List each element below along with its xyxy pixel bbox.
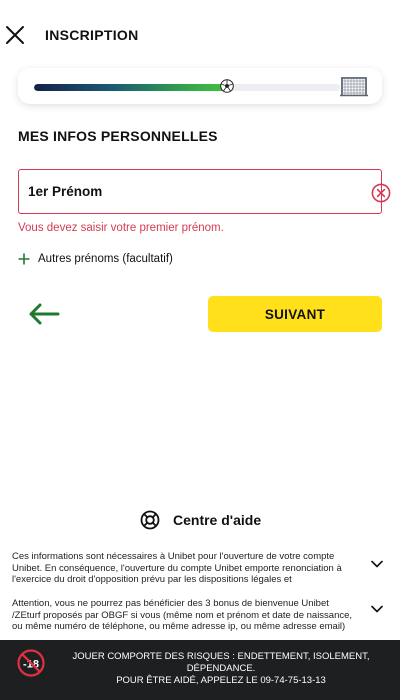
responsible-gaming-footer: -18 JOUER COMPORTE DES RISQUES : ENDETTE… <box>0 640 400 700</box>
first-name-field[interactable]: 1er Prénom <box>18 169 391 214</box>
first-name-value: 1er Prénom <box>28 184 103 199</box>
info-text-data-usage: Ces informations sont nécessaires à Unib… <box>12 551 342 584</box>
soccer-ball-icon <box>220 79 234 93</box>
help-center-link[interactable]: Centre d'aide <box>140 509 261 531</box>
lifebuoy-icon <box>140 510 160 530</box>
plus-icon <box>18 253 30 265</box>
add-other-names-label: Autres prénoms (facultatif) <box>38 253 173 265</box>
first-name-error: Vous devez saisir votre premier prénom. <box>18 222 224 234</box>
add-other-names-link[interactable]: Autres prénoms (facultatif) <box>18 250 173 268</box>
close-icon[interactable] <box>4 24 26 46</box>
goal-net-icon <box>340 77 368 97</box>
section-title: MES INFOS PERSONNELLES <box>18 128 218 144</box>
progress-track <box>34 84 340 91</box>
age-restriction-icon: -18 <box>17 649 45 677</box>
risk-warning-line2: POUR ÊTRE AIDÉ, APPELEZ LE 09-74-75-13-1… <box>116 675 326 686</box>
help-center-label: Centre d'aide <box>173 512 262 528</box>
header: INSCRIPTION <box>0 0 400 70</box>
progress-fill <box>34 84 227 91</box>
next-button[interactable]: SUIVANT <box>208 296 382 332</box>
chevron-down-icon[interactable] <box>370 604 384 614</box>
chevron-down-icon[interactable] <box>370 559 384 569</box>
risk-warning-line1: JOUER COMPORTE DES RISQUES : ENDETTEMENT… <box>72 651 370 674</box>
clear-circle-x-icon[interactable] <box>371 183 391 203</box>
info-text-bonus: Attention, vous ne pourrez pas bénéficie… <box>12 598 353 631</box>
page-title: INSCRIPTION <box>45 27 139 43</box>
progress-card <box>18 68 382 104</box>
risk-warning: JOUER COMPORTE DES RISQUES : ENDETTEMENT… <box>50 651 392 687</box>
arrow-left-icon[interactable] <box>26 302 62 326</box>
